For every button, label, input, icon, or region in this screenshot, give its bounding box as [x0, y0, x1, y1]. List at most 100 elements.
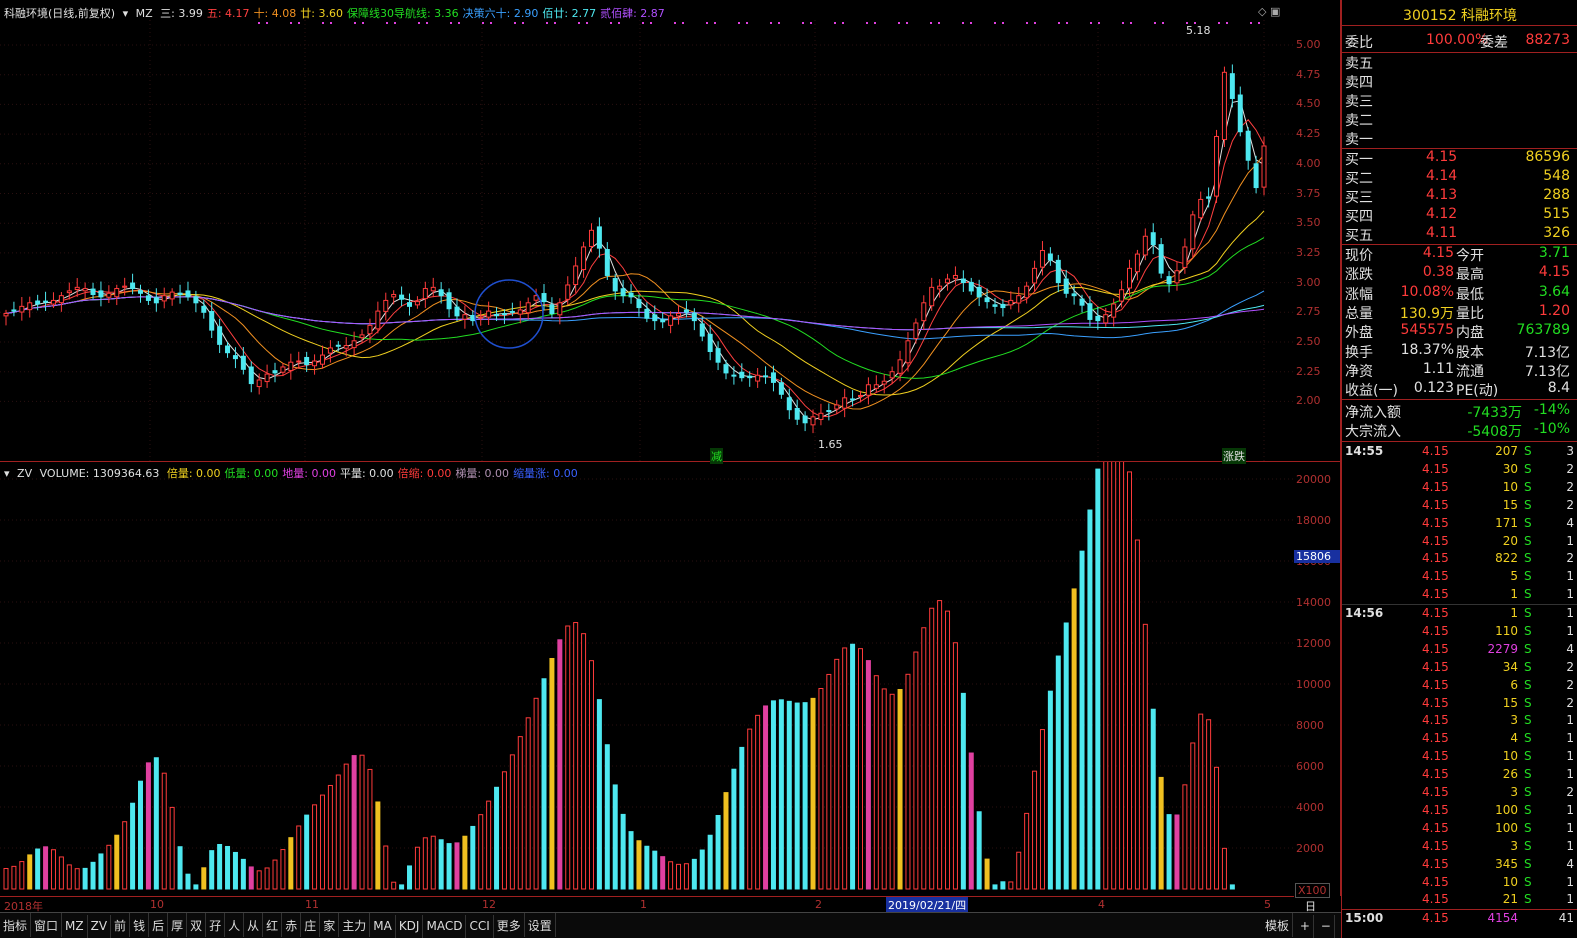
toolbar-button-19[interactable]: MACD — [423, 915, 467, 938]
candle-body — [770, 372, 776, 383]
ma-line-10 — [5, 154, 1265, 410]
toolbar-button-21[interactable]: 更多 — [494, 913, 525, 937]
volume-bar-chart[interactable] — [0, 462, 1294, 896]
flow-row: 大宗流入 -5408万 -10% — [1342, 421, 1577, 440]
buy-row[interactable]: 买二 4.14 548 — [1342, 168, 1577, 187]
toolbar-button-16[interactable]: 主力 — [339, 913, 371, 937]
candle-body — [399, 294, 405, 300]
tick-count: 2 — [1566, 695, 1574, 710]
volume-bar — [304, 814, 310, 890]
tick-row: 4.15 10 S 2 — [1342, 480, 1577, 498]
volume-bar — [604, 744, 610, 890]
sell-row[interactable]: 卖三 — [1342, 91, 1577, 110]
buy-label: 买一 — [1345, 152, 1373, 168]
price-chart-panel[interactable]: 科融环境(日线,前复权) ▾ MZ 三: 3.99 五: 4.17 十: 4.08 廿… — [0, 0, 1341, 464]
candle-body — [383, 299, 389, 312]
volume-bar — [691, 858, 697, 890]
buy-row[interactable]: 买一 4.15 86596 — [1342, 149, 1577, 168]
toolbar-button-20[interactable]: CCI — [466, 915, 494, 938]
candle-body — [1214, 135, 1220, 197]
toolbar-button-6[interactable]: 后 — [149, 913, 169, 937]
buy-row[interactable]: 买三 4.13 288 — [1342, 187, 1577, 206]
candle-body — [525, 302, 531, 314]
candle-body — [1206, 196, 1212, 199]
indicator-values: 三: 3.99 五: 4.17 十: 4.08 廿: 3.60 保障线30导航线: 3.… — [160, 7, 669, 20]
signal-dot — [898, 22, 900, 24]
indicator-name[interactable]: MZ — [136, 7, 153, 20]
price-tick: 3.50 — [1296, 216, 1321, 230]
volume-bar — [1126, 471, 1132, 890]
volume-chart-panel[interactable]: ▾ ZV VOLUME: 1309364.63 倍量: 0.00 低量: 0.00… — [0, 462, 1341, 898]
volume-bar — [1047, 690, 1053, 890]
candle-body — [683, 309, 689, 313]
toolbar-button-14[interactable]: 庄 — [301, 913, 321, 937]
tick-price: 4.15 — [1422, 533, 1449, 548]
volume-bar — [699, 849, 705, 890]
signal-dot — [770, 22, 772, 24]
volume-bar — [644, 845, 650, 890]
toolbar-button-8[interactable]: 双 — [187, 913, 207, 937]
stat-row: 总量 130.9万 量比 1.20 — [1342, 303, 1577, 322]
flow-value: -7433万 — [1467, 405, 1522, 421]
buy-row[interactable]: 买四 4.12 515 — [1342, 206, 1577, 225]
toolbar-button-13[interactable]: 赤 — [282, 913, 302, 937]
high-price-label: 5.18 — [1186, 24, 1211, 37]
toolbar-button-12[interactable]: 红 — [263, 913, 283, 937]
candle-body — [272, 370, 278, 374]
candle-body — [889, 371, 895, 379]
tick-row: 4.15 26 S 1 — [1342, 767, 1577, 785]
stat-value: 7.13亿 — [1524, 363, 1570, 380]
candle-body — [1119, 289, 1125, 302]
volume-bar — [1182, 784, 1188, 890]
signal-dot — [586, 22, 588, 24]
signal-dot — [322, 22, 324, 24]
toolbar-button-18[interactable]: KDJ — [396, 915, 424, 938]
signal-dot — [394, 22, 396, 24]
candle-body — [1158, 244, 1164, 274]
candle-body — [74, 286, 80, 291]
volume-bar — [1229, 884, 1235, 890]
x-label-1: 1 — [640, 898, 647, 911]
x-label-10: 10 — [150, 898, 164, 911]
tick-divider — [1342, 909, 1577, 910]
candle-body — [905, 340, 911, 364]
candle-body — [1032, 267, 1038, 284]
sell-row[interactable]: 卖二 — [1342, 110, 1577, 129]
toolbar-button-17[interactable]: MA — [370, 915, 396, 938]
toolbar-button-9[interactable]: 孖 — [206, 913, 226, 937]
zoom-out-button[interactable]: − — [1318, 915, 1335, 938]
buy-row[interactable]: 买五 4.11 326 — [1342, 225, 1577, 244]
toolbar-button-5[interactable]: 钱 — [130, 913, 150, 937]
candle-body — [628, 292, 634, 298]
price-candlestick-chart[interactable] — [0, 20, 1294, 462]
toolbar-button-2[interactable]: MZ — [62, 915, 88, 938]
candle-body — [138, 290, 144, 294]
dropdown-arrow-icon[interactable]: ▾ — [123, 7, 129, 20]
zoom-in-button[interactable]: + — [1297, 915, 1314, 938]
toolbar-button-4[interactable]: 前 — [111, 913, 131, 937]
candle-body — [232, 355, 238, 360]
x-label-4: 4 — [1098, 898, 1105, 911]
toolbar-button-7[interactable]: 厚 — [168, 913, 188, 937]
candle-body — [478, 316, 484, 319]
candle-body — [169, 291, 175, 300]
sell-row[interactable]: 卖四 — [1342, 72, 1577, 91]
tick-row: 4.15 20 S 1 — [1342, 534, 1577, 552]
toolbar-button-10[interactable]: 人 — [225, 913, 245, 937]
sell-row[interactable]: 卖五 — [1342, 53, 1577, 72]
tick-side: S — [1524, 767, 1532, 782]
volume-bar — [921, 627, 927, 890]
tick-side: S — [1524, 641, 1532, 656]
window-controls[interactable]: ◇ ▣ — [1258, 5, 1280, 18]
toolbar-button-1[interactable]: 窗口 — [31, 913, 63, 937]
toolbar-button-11[interactable]: 从 — [244, 913, 264, 937]
toolbar-button-3[interactable]: ZV — [88, 915, 112, 938]
toolbar-button-22[interactable]: 设置 — [525, 913, 556, 937]
toolbar-button-15[interactable]: 家 — [320, 913, 340, 937]
toolbar-button-0[interactable]: 指标 — [0, 913, 32, 937]
template-button[interactable]: 模板 — [1262, 913, 1294, 937]
x-label-2: 2 — [815, 898, 822, 911]
sell-row[interactable]: 卖一 — [1342, 129, 1577, 148]
volume-bar — [122, 821, 128, 890]
signal-dot — [714, 22, 716, 24]
